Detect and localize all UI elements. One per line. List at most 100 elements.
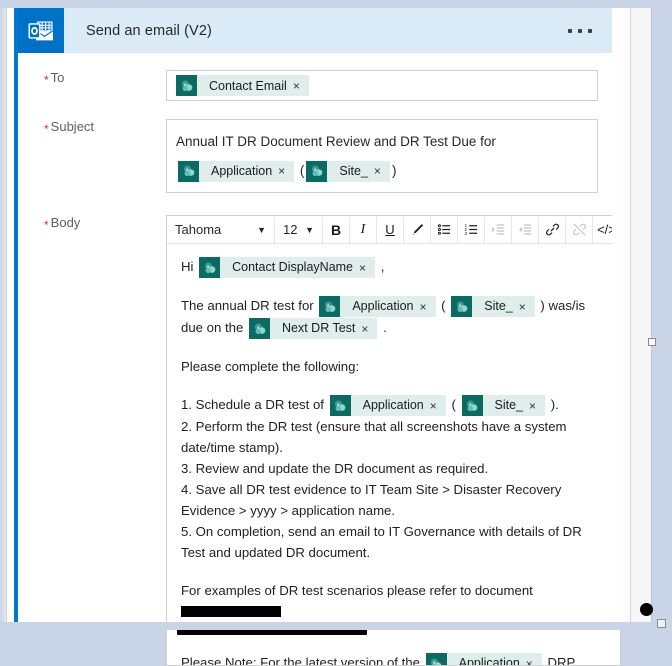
subject-text-part: Annual IT DR Document Review and DR Test… — [176, 134, 496, 149]
screenshot-root: Send an email (V2) * To s Contact Email … — [0, 0, 672, 666]
ellipsis-dot — [578, 28, 582, 33]
underline-button[interactable]: U — [377, 216, 404, 243]
send-email-action-card: Send an email (V2) * To s Contact Email … — [14, 8, 621, 666]
examples-text: For examples of DR test scenarios please… — [181, 583, 533, 599]
sharepoint-icon: s — [425, 653, 447, 665]
step-2: 2. Perform the DR test (ensure that all … — [181, 419, 567, 456]
required-asterisk: * — [44, 122, 49, 136]
token-label: Site_ — [494, 398, 524, 413]
svg-text:s: s — [327, 303, 330, 308]
subject-input[interactable]: Annual IT DR Document Review and DR Test… — [166, 119, 598, 193]
text-color-button[interactable] — [404, 216, 431, 243]
sharepoint-icon: s — [176, 75, 197, 96]
token-label: Next DR Test — [282, 321, 356, 336]
svg-text:s: s — [314, 167, 317, 172]
sharepoint-icon: s — [319, 296, 341, 318]
token-remove-icon[interactable]: × — [361, 323, 377, 335]
sharepoint-icon: s — [451, 296, 473, 318]
svg-text:s: s — [186, 167, 189, 172]
bulleted-list-button[interactable] — [431, 216, 458, 243]
token-label: Site_ — [484, 299, 513, 314]
svg-text:3: 3 — [464, 231, 467, 236]
token-remove-icon[interactable]: × — [359, 262, 375, 274]
dynamic-token-application[interactable]: s Application × — [425, 653, 542, 665]
action-card-header: Send an email (V2) — [18, 8, 612, 53]
token-label: Application — [362, 398, 424, 413]
dynamic-token-next-dr-test[interactable]: s Next DR Test × — [249, 318, 378, 340]
note-paragraph: Please Note: For the latest version of t… — [181, 652, 604, 665]
dynamic-token-application[interactable]: s Application × — [329, 395, 446, 417]
token-remove-icon[interactable]: × — [430, 400, 446, 412]
page-bottom-edge — [0, 622, 672, 630]
mouse-cursor — [640, 603, 653, 616]
body-editor-container: Tahoma ▼ 12 ▼ B I U 1 2 3 </> Hi s Conta… — [166, 215, 621, 666]
token-label: Site_ — [339, 163, 368, 178]
dynamic-token-contact-displayname[interactable]: s Contact DisplayName × — [199, 257, 376, 279]
dynamic-token-contact-email[interactable]: s Contact Email × — [176, 75, 309, 96]
greeting-after: , — [377, 259, 385, 274]
instruction-heading: Please complete the following: — [181, 359, 360, 375]
to-field-label: * To — [44, 70, 65, 87]
token-label: Application — [352, 299, 414, 314]
font-family-select[interactable]: Tahoma ▼ — [167, 216, 275, 243]
font-family-value: Tahoma — [175, 222, 222, 237]
dynamic-token-site[interactable]: s Site_ × — [461, 395, 546, 417]
due-text-4: . — [379, 320, 387, 336]
card-overflow-menu-button[interactable] — [562, 8, 598, 53]
resize-grip[interactable] — [657, 619, 666, 628]
step-1: 1. Schedule a DR test of s Application × (… — [181, 394, 604, 417]
svg-text:s: s — [184, 82, 187, 87]
remove-link-button[interactable] — [566, 216, 593, 243]
action-form: * To s Contact Email × * Subject Annual … — [18, 70, 621, 666]
svg-text:s: s — [459, 303, 462, 308]
token-remove-icon[interactable]: × — [420, 301, 436, 313]
rail-divider — [630, 8, 631, 630]
sharepoint-icon: s — [249, 318, 270, 340]
field-row-subject: * Subject Annual IT DR Document Review an… — [18, 119, 612, 193]
page-title: Send an email (V2) — [86, 22, 212, 39]
token-label: Application — [211, 163, 273, 178]
numbered-list-button[interactable]: 1 2 3 — [458, 216, 485, 243]
body-due-paragraph: The annual DR test for s Application × ( s… — [181, 295, 604, 340]
note-before: Please Note: For the latest version of t… — [181, 655, 424, 665]
dynamic-token-application[interactable]: s Application × — [178, 160, 295, 182]
bold-button[interactable]: B — [323, 216, 350, 243]
token-remove-icon[interactable]: × — [526, 658, 542, 665]
token-remove-icon[interactable]: × — [278, 165, 294, 177]
instruction-steps: 1. Schedule a DR test of s Application × (… — [181, 394, 604, 563]
token-remove-icon[interactable]: × — [293, 80, 309, 92]
outlook-icon — [18, 8, 64, 53]
required-asterisk: * — [44, 218, 49, 232]
step1-after: ). — [547, 397, 559, 413]
ellipsis-dot — [588, 28, 592, 33]
font-size-select[interactable]: 12 ▼ — [275, 216, 323, 243]
step-3: 3. Review and update the DR document as … — [181, 461, 489, 477]
greeting-before: Hi — [181, 259, 198, 274]
due-text-1: The annual DR test for — [181, 298, 318, 314]
scrollbar-handle[interactable] — [648, 338, 656, 346]
dynamic-token-site[interactable]: s Site_ × — [451, 296, 535, 318]
italic-button[interactable]: I — [350, 216, 377, 243]
indent-button[interactable] — [485, 216, 512, 243]
sharepoint-icon: s — [306, 160, 328, 182]
svg-text:s: s — [337, 402, 340, 407]
token-remove-icon[interactable]: × — [519, 301, 535, 313]
body-field-label: * Body — [44, 215, 81, 232]
font-size-value: 12 — [283, 222, 298, 237]
svg-text:s: s — [257, 325, 260, 330]
dynamic-token-site[interactable]: s Site_ × — [306, 160, 390, 182]
rich-text-toolbar: Tahoma ▼ 12 ▼ B I U 1 2 3 </> — [167, 216, 620, 244]
email-body-editor[interactable]: Hi s Contact DisplayName × , The annual DR… — [167, 244, 620, 665]
required-asterisk: * — [44, 73, 49, 87]
dynamic-token-application[interactable]: s Application × — [319, 296, 436, 318]
token-label: Contact DisplayName — [232, 260, 354, 275]
insert-link-button[interactable] — [539, 216, 566, 243]
outdent-button[interactable] — [512, 216, 539, 243]
step1-before: 1. Schedule a DR test of — [181, 397, 328, 413]
to-input[interactable]: s Contact Email × — [166, 70, 598, 101]
redacted-link-text — [181, 606, 281, 618]
sharepoint-icon: s — [461, 395, 483, 417]
token-remove-icon[interactable]: × — [374, 165, 390, 177]
step1-mid: ( — [447, 397, 460, 413]
token-remove-icon[interactable]: × — [529, 400, 545, 412]
